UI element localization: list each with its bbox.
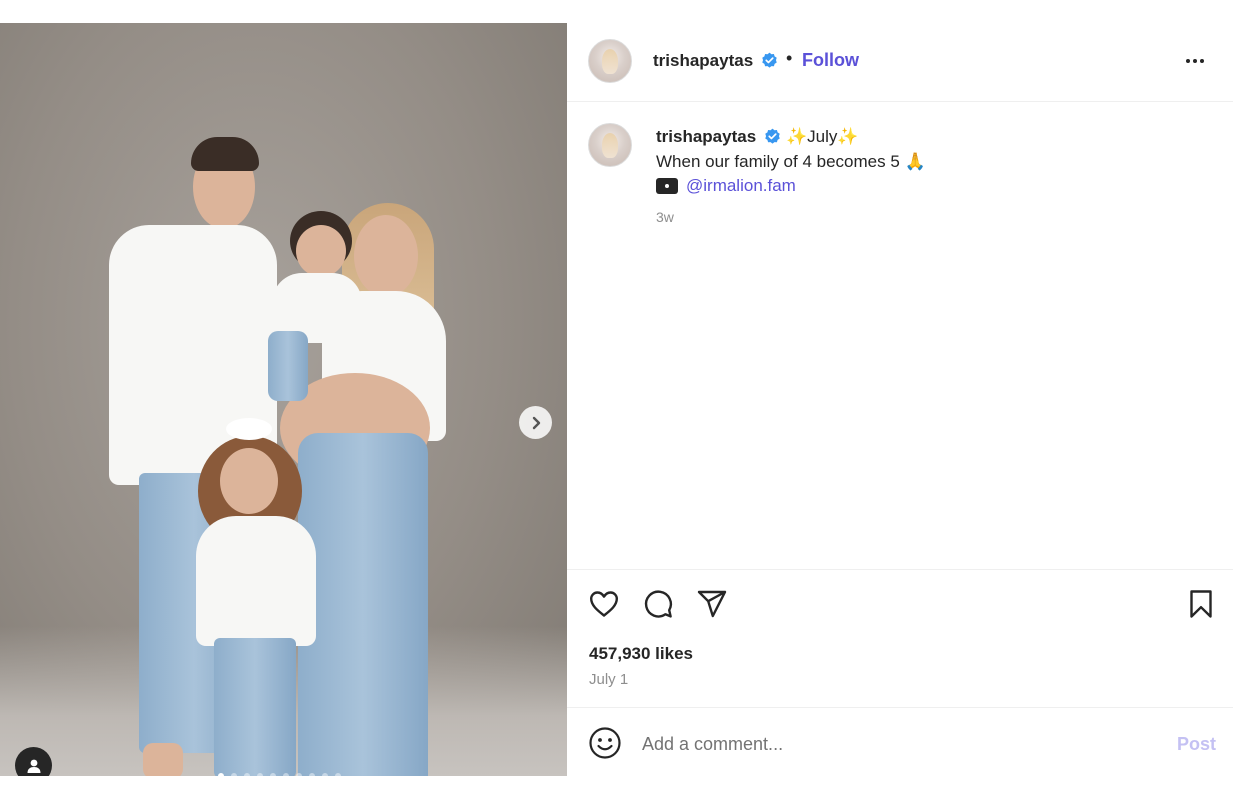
- caption-timestamp: 3w: [656, 209, 674, 225]
- divider: [567, 707, 1233, 708]
- avatar[interactable]: [588, 39, 632, 83]
- chevron-right-icon: [532, 416, 540, 429]
- smiley-icon[interactable]: [588, 726, 622, 760]
- post-date[interactable]: July 1: [589, 671, 628, 688]
- caption-credit: @irmalion.fam: [656, 176, 796, 196]
- caption-line-text: When our family of 4 becomes 5: [656, 152, 900, 171]
- photo-figure-toddler: [262, 201, 362, 401]
- separator-dot: •: [786, 48, 793, 68]
- comment-icon[interactable]: [642, 588, 674, 620]
- verified-badge-icon: [762, 52, 777, 68]
- bookmark-icon[interactable]: [1185, 588, 1217, 620]
- header-username[interactable]: trishapaytas: [653, 51, 753, 71]
- verified-badge-icon: [765, 128, 780, 144]
- post-photo[interactable]: [0, 23, 567, 776]
- post-comment-button[interactable]: Post: [1177, 734, 1216, 755]
- photo-figure-girl: [192, 418, 322, 776]
- carousel-dot: [322, 773, 328, 776]
- carousel-dot: [244, 773, 250, 776]
- next-slide-button[interactable]: [519, 406, 552, 439]
- camera-icon: [656, 178, 678, 194]
- sparkles-icon: ✨: [837, 127, 859, 147]
- more-dots-icon: [1186, 59, 1190, 63]
- comment-input[interactable]: [642, 730, 1142, 758]
- follow-button[interactable]: Follow: [802, 50, 859, 71]
- mention-link[interactable]: @irmalion.fam: [686, 176, 796, 196]
- caption-title: ✨July✨: [786, 127, 859, 147]
- carousel-dot: [218, 773, 224, 776]
- user-icon: [27, 759, 40, 773]
- carousel-dot: [296, 773, 302, 776]
- likes-count[interactable]: 457,930 likes: [589, 644, 693, 664]
- tagged-users-button[interactable]: [15, 747, 52, 776]
- carousel-dot: [335, 773, 341, 776]
- caption-line: When our family of 4 becomes 5 🙏: [656, 152, 926, 172]
- post-details-panel: trishapaytas • Follow trishapaytas ✨July…: [567, 23, 1233, 776]
- praying-hands-icon: 🙏: [904, 152, 926, 172]
- carousel-dot: [257, 773, 263, 776]
- divider: [567, 569, 1233, 570]
- caption-avatar[interactable]: [588, 123, 632, 167]
- heart-icon[interactable]: [588, 588, 620, 620]
- carousel-dot: [283, 773, 289, 776]
- carousel-dot: [309, 773, 315, 776]
- carousel-dot: [231, 773, 237, 776]
- more-options-button[interactable]: [1186, 59, 1204, 63]
- paper-plane-icon[interactable]: [696, 588, 728, 620]
- carousel-indicator: [218, 773, 341, 776]
- carousel-dot: [270, 773, 276, 776]
- sparkles-icon: ✨: [786, 127, 808, 147]
- post-header: trishapaytas • Follow: [567, 23, 1233, 102]
- instagram-post-view: trishapaytas • Follow trishapaytas ✨July…: [0, 0, 1233, 800]
- caption-username[interactable]: trishapaytas: [656, 127, 756, 147]
- caption-title-text: July: [807, 127, 838, 146]
